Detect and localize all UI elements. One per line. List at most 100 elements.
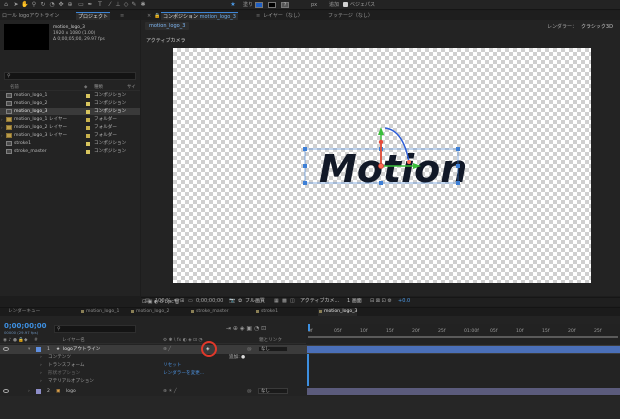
item-label-color[interactable] <box>86 94 90 98</box>
selection-tool-icon[interactable]: ➤ <box>12 1 20 9</box>
col-name[interactable]: 名前 <box>10 84 19 91</box>
grid-icon[interactable]: ⊞ <box>180 298 184 305</box>
timeline-switches-icons[interactable]: ⇥ ⊕ ◈ ▣ ◔ ⊡ <box>226 325 266 332</box>
project-item[interactable]: › motion_logo_2 レイヤー フォルダー <box>0 124 140 131</box>
parent-header[interactable]: 親とリンク <box>259 337 282 344</box>
comp-flow-tab[interactable]: motion_logo_3 <box>145 22 190 30</box>
layer-row-1[interactable]: ▾ 1 ★ logoアウトライン ⊕ ╱ ◈ @ なし <box>0 341 620 357</box>
project-item[interactable]: motion_logo_1 コンポジション <box>0 92 140 99</box>
layer-bar-2[interactable] <box>307 388 620 395</box>
handle-br[interactable] <box>456 181 460 185</box>
rotate-tool-icon[interactable]: ↻ <box>39 1 47 9</box>
col-size[interactable]: サイ <box>127 84 136 91</box>
chevron-right-icon[interactable]: › <box>1 132 3 139</box>
label-col-icon[interactable]: ◆ <box>84 84 87 91</box>
item-label-color[interactable] <box>86 110 90 114</box>
layer-name-header[interactable]: レイヤー名 <box>62 337 85 344</box>
chevron-right-icon[interactable]: › <box>40 370 42 378</box>
handle-tr[interactable] <box>456 147 460 151</box>
transparency-icon[interactable]: ▩ <box>282 298 287 305</box>
empty-timeline-area[interactable] <box>0 396 620 419</box>
timeline-timecode[interactable]: 0;00;00;00 <box>4 322 47 330</box>
chevron-right-icon[interactable]: › <box>1 116 3 123</box>
chevron-down-icon[interactable]: ▾ <box>28 345 30 354</box>
add-icon[interactable]: ● <box>241 354 245 362</box>
chevron-right-icon[interactable]: › <box>28 387 30 396</box>
tab-prev[interactable]: ロール logoアウトライン <box>0 12 61 20</box>
transform-row[interactable]: › トランスフォーム リセット <box>0 362 620 370</box>
layer-switches[interactable]: ⊕ ╱ <box>163 345 171 354</box>
playhead[interactable] <box>308 324 310 331</box>
preview-icon[interactable]: ▤ <box>145 298 150 305</box>
tab-composition[interactable]: コンポジション motion_logo_3 <box>161 12 238 20</box>
layout-icons[interactable]: ⊟ ⊠ ⊡ ⚙ <box>370 298 392 305</box>
exposure-value[interactable]: +0.0 <box>398 298 410 305</box>
view-timecode[interactable]: 0;00;00;00 <box>196 298 223 305</box>
bezier-checkbox[interactable] <box>343 2 348 7</box>
comp-canvas[interactable]: Motion <box>173 48 591 283</box>
item-label-color[interactable] <box>86 142 90 146</box>
zoom-tool-icon[interactable]: ⚲ <box>30 1 38 9</box>
project-item[interactable]: stroke1 コンポジション <box>0 140 140 147</box>
layer-name[interactable]: logo <box>66 387 76 396</box>
brush-tool-icon[interactable]: ⁄ <box>106 1 114 9</box>
text-tool-icon[interactable]: T <box>96 1 104 9</box>
timeline-tab[interactable]: motion_logo_2 <box>130 308 169 316</box>
handle-tl[interactable] <box>303 147 307 151</box>
camera-dropdown[interactable]: アクティブカメ... <box>300 298 339 305</box>
add-label[interactable]: 追加: <box>229 354 240 362</box>
tab-layer[interactable]: レイヤー（なし） <box>261 12 305 20</box>
handle-ml[interactable] <box>303 164 307 168</box>
time-ruler[interactable]: 0f 05f 10f 15f 20f 25f 01:00f 05f 10f 15f 20f 25f <box>306 324 620 344</box>
anchor-point-top[interactable] <box>378 139 384 145</box>
layer-label-color[interactable] <box>36 347 41 352</box>
rectangle-tool-icon[interactable]: ▭ <box>77 1 85 9</box>
stroke-width-icon[interactable]: ? <box>281 2 289 8</box>
handle-bm[interactable] <box>379 181 383 185</box>
roi-icon[interactable]: ▦ <box>274 298 279 305</box>
layer-bar-1[interactable] <box>307 346 620 353</box>
change-renderer-link[interactable]: レンダラーを変更... <box>163 370 204 378</box>
handle-mr[interactable] <box>456 164 460 168</box>
project-item[interactable]: stroke_master コンポジション <box>0 148 140 155</box>
reset-link[interactable]: リセット <box>163 362 181 370</box>
chevron-right-icon[interactable]: › <box>1 124 3 131</box>
timeline-search[interactable]: ⚲ <box>54 325 136 333</box>
timeline-tab[interactable]: レンダーキュー <box>2 308 40 316</box>
contents-row[interactable]: › コンテンツ 追加: ● <box>0 354 620 362</box>
item-label-color[interactable] <box>86 118 90 122</box>
project-item[interactable]: › motion_logo_1 レイヤー フォルダー <box>0 116 140 123</box>
item-label-color[interactable] <box>86 102 90 106</box>
handle-bl[interactable] <box>303 181 307 185</box>
pen-tool-icon[interactable]: ✒ <box>86 1 94 9</box>
layer-row-2[interactable]: › 2 ▣ logo ⊕ ☀ ╱ @ なし <box>0 387 620 396</box>
channel-icon[interactable]: ✿ <box>238 298 242 305</box>
parent-pickwhip-icon[interactable]: @ <box>247 387 252 396</box>
parent-dropdown[interactable]: なし <box>258 346 288 352</box>
project-item[interactable]: › motion_logo_3 レイヤー フォルダー <box>0 132 140 139</box>
timeline-tab[interactable]: stroke_master <box>190 308 229 316</box>
stamp-tool-icon[interactable]: ⊥ <box>114 1 122 9</box>
timeline-tab[interactable]: stroke1 <box>255 308 278 316</box>
eye-icon[interactable] <box>3 347 9 351</box>
chevron-right-icon[interactable]: › <box>40 354 42 362</box>
parent-pickwhip-icon[interactable]: @ <box>247 345 252 354</box>
fill-swatch[interactable] <box>255 2 263 8</box>
layer-switches[interactable]: ⊕ ☀ ╱ <box>163 387 177 396</box>
pan-behind-icon[interactable]: ⊕ <box>66 1 74 9</box>
chevron-right-icon[interactable]: › <box>40 378 42 386</box>
add-label[interactable]: 追加 <box>329 2 339 8</box>
col-type[interactable]: 種類 <box>94 84 103 91</box>
chevron-right-icon[interactable]: › <box>40 362 42 370</box>
puppet-tool-icon[interactable]: ✱ <box>139 1 147 9</box>
star-icon[interactable]: ★ <box>229 1 237 9</box>
project-item[interactable]: motion_logo_3 コンポジション <box>0 108 140 115</box>
work-area-bar[interactable] <box>308 336 618 338</box>
tab-footage[interactable]: フッテージ（なし） <box>326 12 375 20</box>
item-label-color[interactable] <box>86 126 90 130</box>
snapshot-icon[interactable]: 📷 <box>229 298 235 305</box>
tab-project[interactable]: プロジェクト <box>76 12 111 20</box>
timeline-tab[interactable]: motion_logo_3 <box>318 308 358 316</box>
project-search[interactable]: ⚲ <box>4 72 136 80</box>
move-tool-icon[interactable]: ✥ <box>57 1 65 9</box>
